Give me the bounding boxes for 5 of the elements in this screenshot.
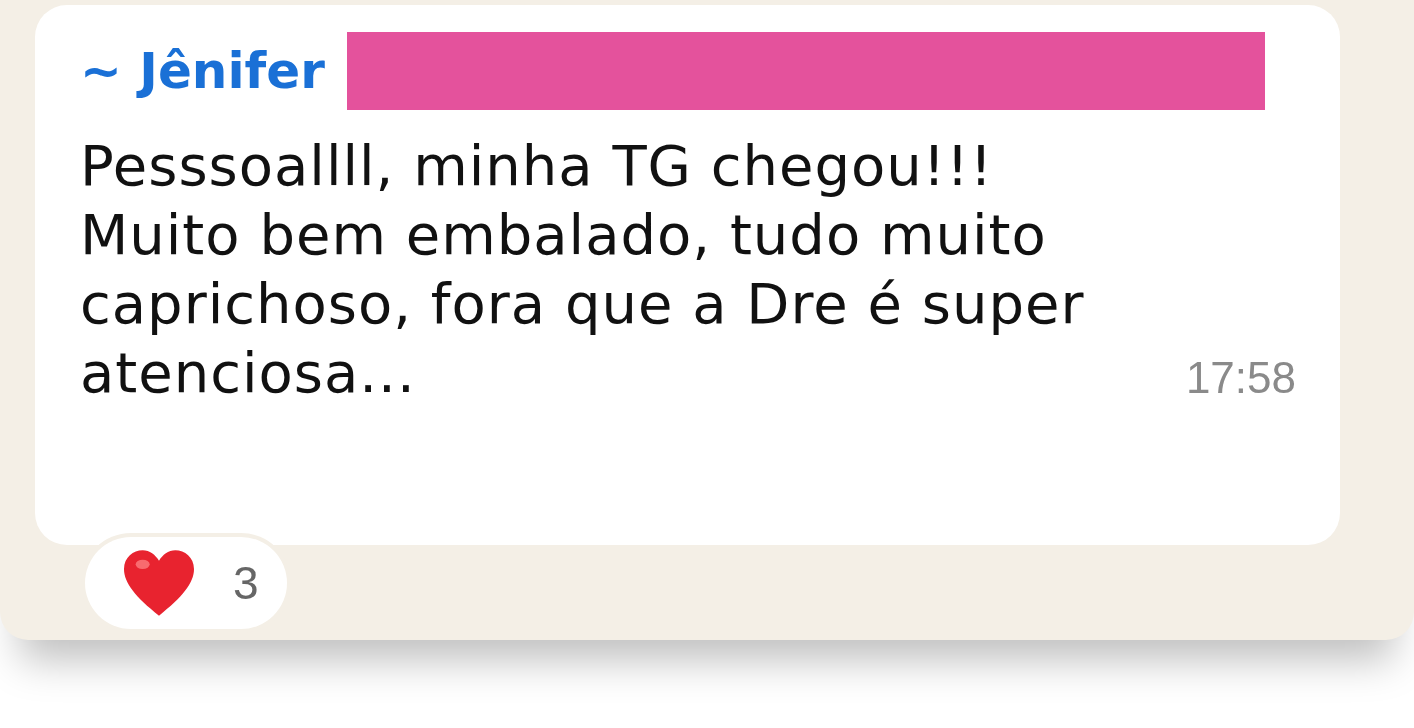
sender-name: ~ Jênifer: [80, 42, 325, 100]
message-time: 17:58: [1185, 353, 1296, 403]
heart-icon: [121, 548, 197, 618]
message-text: Pesssoallll, minha TG chegou!!! Muito bem embalado, tudo muito caprichoso, fora que a Dre é super atenciosa...: [80, 132, 1085, 407]
reaction-count: 3: [233, 556, 259, 610]
